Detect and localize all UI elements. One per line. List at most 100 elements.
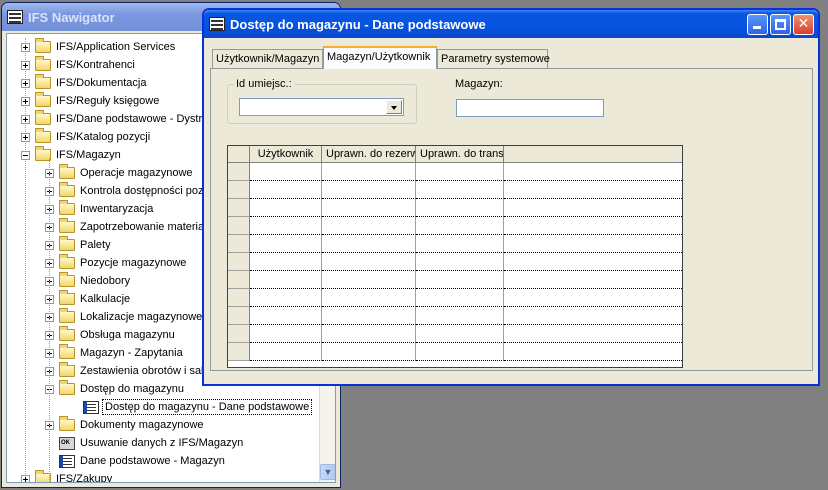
expand-plus-icon[interactable] xyxy=(21,474,30,482)
row-header[interactable] xyxy=(228,181,250,199)
table-cell[interactable] xyxy=(416,325,504,343)
table-cell[interactable] xyxy=(416,307,504,325)
table-cell[interactable] xyxy=(504,163,682,181)
table-cell[interactable] xyxy=(322,163,416,181)
expand-plus-icon[interactable] xyxy=(21,132,30,142)
table-cell[interactable] xyxy=(416,217,504,235)
table-cell[interactable] xyxy=(250,199,322,217)
table-cell[interactable] xyxy=(322,199,416,217)
tree-item[interactable]: Lokalizacje magazynowe xyxy=(45,308,204,326)
row-header[interactable] xyxy=(228,235,250,253)
table-row[interactable] xyxy=(228,235,682,253)
table-cell[interactable] xyxy=(322,235,416,253)
tree-item[interactable]: Dane podstawowe - Magazyn xyxy=(45,452,227,470)
table-cell[interactable] xyxy=(250,181,322,199)
table-cell[interactable] xyxy=(322,307,416,325)
column-uzytkownik[interactable]: Użytkownik xyxy=(250,146,322,163)
table-row[interactable] xyxy=(228,217,682,235)
tree-item[interactable]: Magazyn - Zapytania xyxy=(45,344,185,362)
grid-corner[interactable] xyxy=(228,146,250,163)
tree-item[interactable]: Zestawienia obrotów i sald xyxy=(45,362,212,380)
table-row[interactable] xyxy=(228,253,682,271)
table-cell[interactable] xyxy=(250,235,322,253)
id-umiejsc-combobox[interactable] xyxy=(239,98,404,116)
table-row[interactable] xyxy=(228,289,682,307)
table-cell[interactable] xyxy=(504,199,682,217)
tab-parametry-systemowe[interactable]: Parametry systemowe xyxy=(437,49,550,68)
chevron-down-icon[interactable] xyxy=(386,100,402,114)
table-cell[interactable] xyxy=(504,181,682,199)
magazyn-field[interactable] xyxy=(456,99,604,117)
tree-item[interactable]: Dokumenty magazynowe xyxy=(45,416,206,434)
minimize-button[interactable] xyxy=(747,14,768,35)
tree-item[interactable]: Dostęp do magazynu xyxy=(45,380,186,398)
row-header[interactable] xyxy=(228,271,250,289)
scroll-down-icon[interactable]: ▼ xyxy=(320,464,335,480)
table-cell[interactable] xyxy=(322,325,416,343)
expand-plus-icon[interactable] xyxy=(21,114,30,124)
column-uprawn-rezerwacji[interactable]: Uprawn. do rezerwacji xyxy=(322,146,416,163)
expand-plus-icon[interactable] xyxy=(21,78,30,88)
row-header[interactable] xyxy=(228,217,250,235)
table-cell[interactable] xyxy=(322,289,416,307)
table-cell[interactable] xyxy=(416,289,504,307)
tab-uzytkownik-magazyn[interactable]: Użytkownik/Magazyn xyxy=(212,49,323,68)
table-cell[interactable] xyxy=(504,217,682,235)
expand-plus-icon[interactable] xyxy=(21,96,30,106)
table-cell[interactable] xyxy=(322,181,416,199)
table-cell[interactable] xyxy=(322,217,416,235)
tree-item[interactable]: IFS/Katalog pozycji xyxy=(21,128,152,146)
expand-plus-icon[interactable] xyxy=(21,42,30,52)
table-row[interactable] xyxy=(228,343,682,361)
table-row[interactable] xyxy=(228,163,682,181)
tree-item[interactable]: IFS/Dokumentacja xyxy=(21,74,148,92)
row-header[interactable] xyxy=(228,325,250,343)
tree-item[interactable]: IFS/Application Services xyxy=(21,38,177,56)
table-cell[interactable] xyxy=(504,253,682,271)
table-cell[interactable] xyxy=(322,343,416,361)
table-cell[interactable] xyxy=(322,253,416,271)
collapse-minus-icon[interactable] xyxy=(21,150,30,160)
row-header[interactable] xyxy=(228,343,250,361)
table-row[interactable] xyxy=(228,181,682,199)
tree-item[interactable]: IFS/Zakupy xyxy=(21,470,114,482)
table-cell[interactable] xyxy=(504,271,682,289)
tab-magazyn-uzytkownik[interactable]: Magazyn/Użytkownik xyxy=(323,46,437,69)
row-header[interactable] xyxy=(228,307,250,325)
table-cell[interactable] xyxy=(416,199,504,217)
row-header[interactable] xyxy=(228,289,250,307)
table-cell[interactable] xyxy=(504,343,682,361)
tree-item[interactable]: IFS/Kontrahenci xyxy=(21,56,137,74)
tree-item[interactable]: Niedobory xyxy=(45,272,132,290)
table-cell[interactable] xyxy=(504,307,682,325)
maximize-button[interactable] xyxy=(770,14,791,35)
table-cell[interactable] xyxy=(250,253,322,271)
table-cell[interactable] xyxy=(416,163,504,181)
table-cell[interactable] xyxy=(250,289,322,307)
table-cell[interactable] xyxy=(250,217,322,235)
tree-item[interactable]: Obsługa magazynu xyxy=(45,326,177,344)
table-cell[interactable] xyxy=(322,271,416,289)
table-cell[interactable] xyxy=(416,343,504,361)
row-header[interactable] xyxy=(228,163,250,181)
table-cell[interactable] xyxy=(250,307,322,325)
tree-item[interactable]: IFS/Reguły księgowe xyxy=(21,92,161,110)
table-cell[interactable] xyxy=(504,325,682,343)
tree-item[interactable]: Operacje magazynowe xyxy=(45,164,195,182)
table-cell[interactable] xyxy=(250,343,322,361)
tree-item[interactable]: Pozycje magazynowe xyxy=(45,254,188,272)
table-cell[interactable] xyxy=(250,271,322,289)
table-row[interactable] xyxy=(228,307,682,325)
table-cell[interactable] xyxy=(416,181,504,199)
table-row[interactable] xyxy=(228,325,682,343)
table-cell[interactable] xyxy=(416,235,504,253)
close-button[interactable]: ✕ xyxy=(793,14,814,35)
table-cell[interactable] xyxy=(416,253,504,271)
table-cell[interactable] xyxy=(250,163,322,181)
table-cell[interactable] xyxy=(504,235,682,253)
tree-item[interactable]: Usuwanie danych z IFS/Magazyn xyxy=(45,434,245,452)
dialog-titlebar[interactable]: Dostęp do magazynu - Dane podstawowe ✕ xyxy=(204,10,818,38)
table-cell[interactable] xyxy=(504,289,682,307)
table-cell[interactable] xyxy=(250,325,322,343)
tree-item[interactable]: Kontrola dostępności pozycji xyxy=(45,182,221,200)
